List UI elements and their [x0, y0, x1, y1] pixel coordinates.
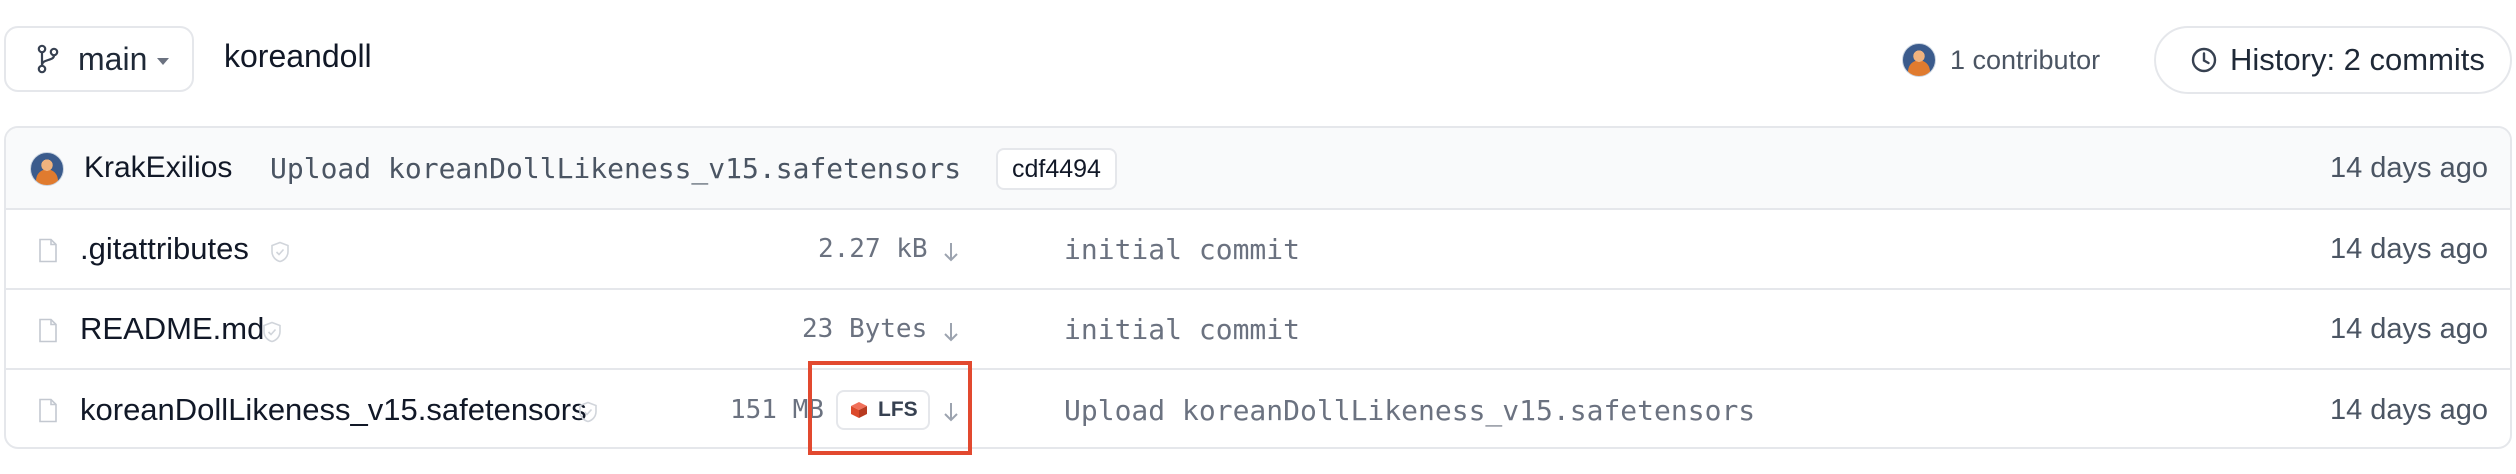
download-icon[interactable]	[942, 240, 960, 264]
contributors-label: 1 contributor	[1950, 44, 2101, 75]
file-name[interactable]: .gitattributes	[80, 231, 249, 267]
file-size: 151 MB	[730, 395, 824, 425]
file-commit-message[interactable]: Upload koreanDollLikeness_v15.safetensor…	[1064, 394, 1755, 427]
clock-icon	[2191, 47, 2217, 73]
file-name[interactable]: koreanDollLikeness_v15.safetensors	[80, 392, 587, 428]
avatar	[1902, 43, 1936, 77]
lfs-badge[interactable]: LFS	[836, 390, 930, 430]
file-size: 23 Bytes	[802, 314, 928, 344]
file-date: 14 days ago	[2329, 312, 2488, 345]
commit-date: 14 days ago	[2329, 151, 2488, 184]
file-date: 14 days ago	[2329, 232, 2488, 265]
file-name[interactable]: README.md	[80, 311, 264, 347]
contributors-link[interactable]: 1 contributor	[1902, 40, 2100, 80]
commit-message[interactable]: Upload koreanDollLikeness_v15.safetensor…	[270, 152, 961, 185]
file-row: koreanDollLikeness_v15.safetensors 151 M…	[6, 370, 2510, 447]
branch-icon	[37, 44, 59, 74]
file-commit-message[interactable]: initial commit	[1064, 313, 1300, 346]
commit-hash[interactable]: cdf4494	[996, 148, 1117, 190]
shield-check-icon	[271, 241, 289, 263]
repo-name: koreandoll	[224, 38, 372, 74]
chevron-down-icon	[157, 57, 170, 65]
commit-author[interactable]: KrakExilios	[84, 151, 232, 185]
file-row: .gitattributes 2.27 kB initial commit 14…	[6, 210, 2510, 290]
download-icon[interactable]	[942, 320, 960, 344]
branch-name: main	[78, 40, 148, 77]
file-icon	[39, 398, 57, 423]
file-date: 14 days ago	[2329, 393, 2488, 426]
file-size: 2.27 kB	[818, 234, 928, 264]
shield-check-icon	[263, 321, 281, 343]
history-label: History: 2 commits	[2230, 42, 2485, 77]
file-icon	[39, 238, 57, 263]
file-commit-message[interactable]: initial commit	[1064, 233, 1300, 266]
shield-check-icon	[579, 401, 597, 423]
file-row: README.md 23 Bytes initial commit 14 day…	[6, 290, 2510, 370]
download-icon[interactable]	[942, 400, 960, 424]
avatar[interactable]	[30, 152, 64, 186]
branch-selector-button[interactable]: main	[4, 26, 194, 92]
history-button[interactable]: History: 2 commits	[2154, 26, 2512, 94]
lfs-icon	[851, 402, 867, 418]
file-table: KrakExilios Upload koreanDollLikeness_v1…	[4, 126, 2512, 449]
lfs-label: LFS	[878, 398, 918, 421]
file-icon	[39, 318, 57, 343]
last-commit-row: KrakExilios Upload koreanDollLikeness_v1…	[6, 128, 2510, 210]
